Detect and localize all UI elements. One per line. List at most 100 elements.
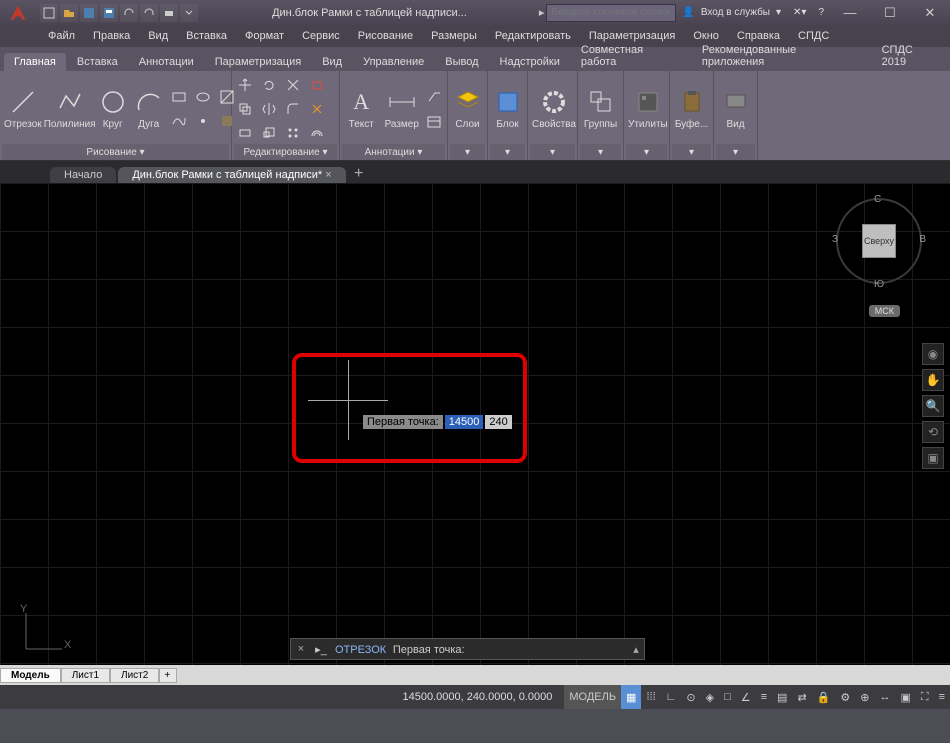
- doctab-start[interactable]: Начало: [50, 167, 116, 183]
- nav-zoom-icon[interactable]: 🔍: [922, 395, 944, 417]
- explode-icon[interactable]: [306, 98, 328, 120]
- ribtab-home[interactable]: Главная: [4, 53, 66, 71]
- modeltab-add[interactable]: +: [159, 668, 177, 683]
- array-icon[interactable]: [282, 122, 304, 144]
- nav-wheel-icon[interactable]: ◉: [922, 343, 944, 365]
- copy-icon[interactable]: [234, 98, 256, 120]
- dynamic-input-x[interactable]: 14500: [445, 415, 484, 429]
- ribtab-addins[interactable]: Надстройки: [490, 53, 570, 71]
- nav-pan-icon[interactable]: ✋: [922, 369, 944, 391]
- status-model-button[interactable]: МОДЕЛЬ: [564, 685, 621, 709]
- cmdline-history-icon[interactable]: ▴: [628, 643, 644, 656]
- help-icon[interactable]: ?: [812, 7, 830, 18]
- new-tab-button[interactable]: +: [348, 165, 370, 183]
- spline-icon[interactable]: [168, 110, 190, 132]
- ribtab-manage[interactable]: Управление: [353, 53, 434, 71]
- ribtab-output[interactable]: Вывод: [435, 53, 488, 71]
- status-lwt-icon[interactable]: ≡: [756, 685, 772, 709]
- ribtab-collab[interactable]: Совместная работа: [571, 41, 691, 71]
- ribtab-view[interactable]: Вид: [312, 53, 352, 71]
- viewcube-face[interactable]: Сверху: [862, 224, 896, 258]
- menu-modify[interactable]: Редактировать: [487, 28, 579, 44]
- rect-icon[interactable]: [168, 86, 190, 108]
- view-button[interactable]: Вид: [716, 83, 755, 134]
- search-input[interactable]: [546, 4, 676, 22]
- status-coords[interactable]: 14500.0000, 240.0000, 0.0000: [390, 691, 564, 703]
- ellipse-icon[interactable]: [192, 86, 214, 108]
- move-icon[interactable]: [234, 74, 256, 96]
- viewcube-e[interactable]: В: [919, 234, 926, 245]
- qat-open-icon[interactable]: [60, 4, 78, 22]
- layers-button[interactable]: Слои: [450, 83, 485, 134]
- menu-draw[interactable]: Рисование: [350, 28, 421, 44]
- rotate-icon[interactable]: [258, 74, 280, 96]
- status-annoscale-icon[interactable]: 🔒: [812, 685, 836, 709]
- qat-print-icon[interactable]: [160, 4, 178, 22]
- ribtab-insert[interactable]: Вставка: [67, 53, 128, 71]
- status-polar-icon[interactable]: ⊙: [681, 685, 700, 709]
- circle-button[interactable]: Круг: [96, 83, 130, 134]
- qat-more-icon[interactable]: [180, 4, 198, 22]
- status-grid-icon[interactable]: ▦: [621, 685, 641, 709]
- dynamic-input-y[interactable]: 240: [485, 415, 511, 429]
- maximize-button[interactable]: ☐: [870, 0, 910, 25]
- stretch-icon[interactable]: [234, 122, 256, 144]
- text-button[interactable]: A Текст: [342, 83, 381, 134]
- account-area[interactable]: 👤 Вход в службы ▾: [676, 7, 787, 18]
- line-button[interactable]: Отрезок: [2, 83, 44, 134]
- view-cube[interactable]: Сверху С Ю В З: [836, 198, 922, 284]
- table-icon[interactable]: [423, 111, 445, 133]
- nav-orbit-icon[interactable]: ⟲: [922, 421, 944, 443]
- panel-draw-title[interactable]: Рисование ▾: [2, 144, 229, 160]
- erase-icon[interactable]: [306, 74, 328, 96]
- ribtab-anno[interactable]: Аннотации: [129, 53, 204, 71]
- cmdline-text[interactable]: ОТРЕЗОК Первая точка:: [331, 643, 628, 656]
- doctab-close-icon[interactable]: ×: [325, 169, 331, 181]
- block-button[interactable]: Блок: [490, 83, 525, 134]
- doctab-current[interactable]: Дин.блок Рамки с таблицей надписи* ×: [118, 167, 345, 183]
- ribtab-spds[interactable]: СПДС 2019: [872, 41, 950, 71]
- status-cycling-icon[interactable]: ⇄: [792, 685, 811, 709]
- point-icon[interactable]: [192, 110, 214, 132]
- status-units-icon[interactable]: ↔: [874, 685, 895, 709]
- qat-redo-icon[interactable]: [140, 4, 158, 22]
- status-otrack-icon[interactable]: ∠: [736, 685, 756, 709]
- menu-insert[interactable]: Вставка: [178, 28, 235, 44]
- status-isodraft-icon[interactable]: ◈: [701, 685, 719, 709]
- ribtab-param[interactable]: Параметризация: [205, 53, 311, 71]
- leader-icon[interactable]: [423, 85, 445, 107]
- panel-anno-title[interactable]: Аннотации ▾: [342, 144, 445, 160]
- status-snap-icon[interactable]: ⁞⁞⁞: [641, 685, 660, 709]
- viewcube-s[interactable]: Ю: [874, 279, 884, 290]
- scale-icon[interactable]: [258, 122, 280, 144]
- command-line[interactable]: × ▸_ ОТРЕЗОК Первая точка: ▴: [290, 638, 645, 660]
- cmdline-close-icon[interactable]: ×: [291, 643, 311, 655]
- app-logo[interactable]: [0, 0, 36, 25]
- menu-dim[interactable]: Размеры: [423, 28, 485, 44]
- status-quickprops-icon[interactable]: ▣: [895, 685, 915, 709]
- menu-format[interactable]: Формат: [237, 28, 292, 44]
- exchange-icon[interactable]: ✕▾: [787, 7, 812, 18]
- props-button[interactable]: Свойства: [530, 83, 578, 134]
- nav-showmotion-icon[interactable]: ▣: [922, 447, 944, 469]
- modeltab-sheet2[interactable]: Лист2: [110, 668, 159, 683]
- qat-new-icon[interactable]: [40, 4, 58, 22]
- offset-icon[interactable]: [306, 122, 328, 144]
- arc-button[interactable]: Дуга: [132, 83, 166, 134]
- ribtab-featured[interactable]: Рекомендованные приложения: [692, 41, 871, 71]
- qat-save-icon[interactable]: [80, 4, 98, 22]
- viewcube-n[interactable]: С: [874, 194, 881, 205]
- utils-button[interactable]: Утилиты: [626, 83, 670, 134]
- wcs-badge[interactable]: МСК: [869, 305, 900, 317]
- menu-edit[interactable]: Правка: [85, 28, 138, 44]
- close-button[interactable]: ✕: [910, 0, 950, 25]
- fillet-icon[interactable]: [282, 98, 304, 120]
- modeltab-sheet1[interactable]: Лист1: [61, 668, 110, 683]
- status-osnap-icon[interactable]: □: [719, 685, 736, 709]
- status-ortho-icon[interactable]: ∟: [661, 685, 682, 709]
- menu-file[interactable]: Файл: [40, 28, 83, 44]
- status-transparency-icon[interactable]: ▤: [772, 685, 792, 709]
- groups-button[interactable]: Группы: [580, 83, 621, 134]
- status-annmonitor-icon[interactable]: ⊕: [855, 685, 874, 709]
- drawing-canvas[interactable]: Первая точка: 14500 240 Y X Сверху С Ю В…: [0, 183, 950, 685]
